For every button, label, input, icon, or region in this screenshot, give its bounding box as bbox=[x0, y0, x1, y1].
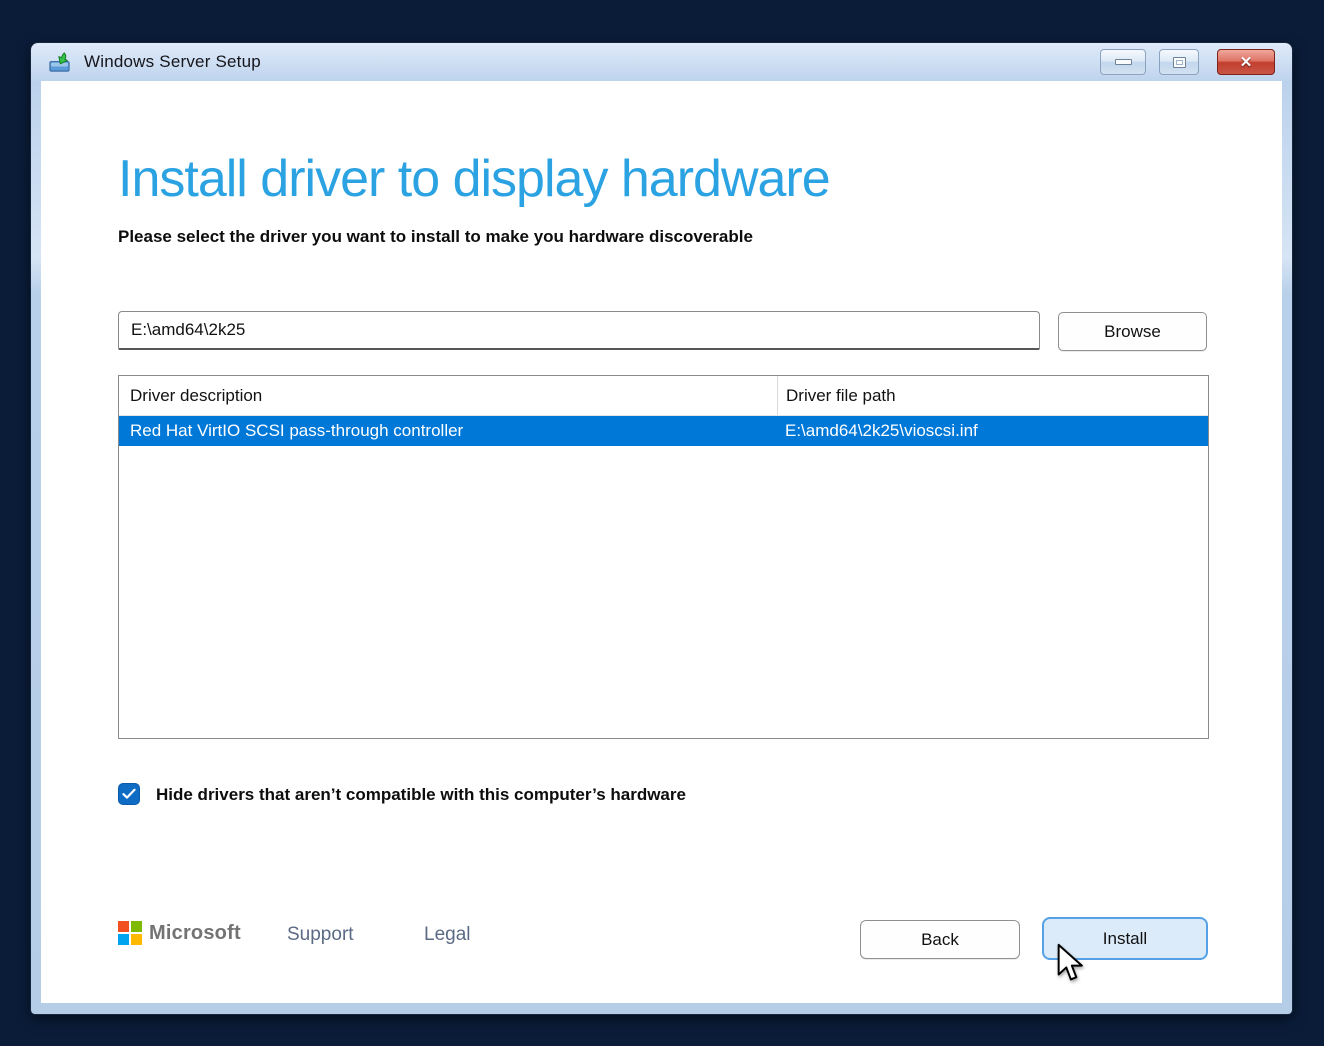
column-header-driver-file-path[interactable]: Driver file path bbox=[777, 376, 896, 415]
checkmark-icon bbox=[122, 788, 136, 800]
titlebar[interactable]: Windows Server Setup ✕ bbox=[31, 43, 1292, 81]
browse-button[interactable]: Browse bbox=[1058, 312, 1207, 351]
page-subtitle: Please select the driver you want to ins… bbox=[118, 227, 753, 247]
setup-window: Windows Server Setup ✕ Install driver to… bbox=[31, 43, 1292, 1014]
minimize-icon bbox=[1115, 59, 1132, 65]
driver-row-selected[interactable]: Red Hat VirtIO SCSI pass-through control… bbox=[119, 416, 1208, 446]
support-link[interactable]: Support bbox=[287, 924, 354, 946]
minimize-button[interactable] bbox=[1100, 49, 1146, 75]
driver-list[interactable]: Driver description Driver file path Red … bbox=[118, 375, 1209, 739]
install-button[interactable]: Install bbox=[1042, 917, 1208, 960]
logo-square-yellow bbox=[131, 934, 142, 945]
hide-incompatible-checkbox[interactable] bbox=[118, 783, 140, 805]
column-header-driver-description[interactable]: Driver description bbox=[130, 376, 262, 415]
logo-square-red bbox=[118, 921, 129, 932]
back-button[interactable]: Back bbox=[860, 920, 1020, 959]
driver-path-input[interactable] bbox=[118, 311, 1040, 350]
window-title: Windows Server Setup bbox=[84, 52, 261, 72]
driver-list-header: Driver description Driver file path bbox=[119, 376, 1208, 416]
maximize-icon bbox=[1173, 57, 1186, 68]
hide-incompatible-label[interactable]: Hide drivers that aren’t compatible with… bbox=[156, 785, 686, 805]
microsoft-logo-icon bbox=[118, 921, 142, 945]
logo-square-blue bbox=[118, 934, 129, 945]
driver-description-cell: Red Hat VirtIO SCSI pass-through control… bbox=[130, 416, 463, 446]
legal-link[interactable]: Legal bbox=[424, 924, 471, 946]
driver-file-path-cell: E:\amd64\2k25\vioscsi.inf bbox=[785, 416, 978, 446]
microsoft-wordmark: Microsoft bbox=[149, 922, 241, 945]
close-button[interactable]: ✕ bbox=[1217, 49, 1275, 75]
maximize-button[interactable] bbox=[1159, 49, 1199, 75]
install-driver-app-icon bbox=[48, 51, 71, 74]
page-title: Install driver to display hardware bbox=[118, 149, 830, 209]
logo-square-green bbox=[131, 921, 142, 932]
close-icon: ✕ bbox=[1240, 55, 1253, 70]
setup-content-panel: Install driver to display hardware Pleas… bbox=[41, 81, 1282, 1003]
